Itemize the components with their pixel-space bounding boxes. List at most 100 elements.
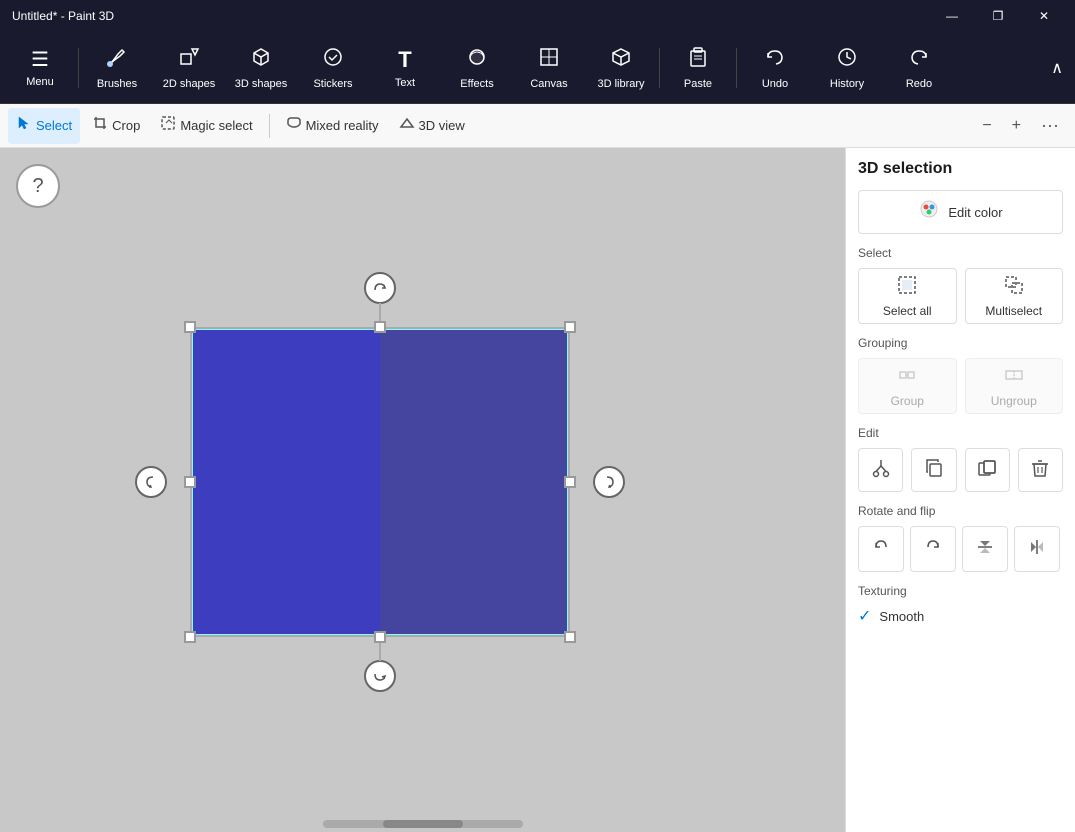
selection-box[interactable] — [190, 327, 570, 637]
zoom-out-button[interactable]: − — [974, 113, 999, 139]
toolbar-stickers[interactable]: Stickers — [297, 36, 369, 100]
select-button[interactable]: Select — [8, 108, 80, 144]
rotate-handle-top[interactable] — [364, 272, 396, 304]
handle-top-right[interactable] — [564, 321, 576, 333]
edit-color-button[interactable]: Edit color — [858, 190, 1063, 234]
delete-icon — [1030, 458, 1050, 483]
toolbar-3d-shapes-label: 3D shapes — [235, 78, 288, 90]
duplicate-icon — [977, 458, 997, 483]
panel-title: 3D selection — [858, 160, 1063, 178]
cut-button[interactable] — [858, 448, 903, 492]
magic-select-button[interactable]: Magic select — [152, 108, 260, 144]
magic-select-icon — [160, 115, 176, 136]
handle-top[interactable] — [374, 321, 386, 333]
canvas-area[interactable]: ? — [0, 148, 845, 832]
copy-icon — [924, 458, 944, 483]
rotate-line-bottom — [379, 641, 381, 661]
copy-button[interactable] — [911, 448, 956, 492]
handle-top-left[interactable] — [184, 321, 196, 333]
smooth-label: Smooth — [879, 609, 924, 624]
toolbar-3d-library[interactable]: 3D library — [585, 36, 657, 100]
edit-actions-group — [858, 448, 1063, 492]
effects-icon — [466, 46, 488, 74]
handle-bottom-left[interactable] — [184, 631, 196, 643]
group-icon — [897, 365, 917, 390]
edit-section-title: Edit — [858, 426, 1063, 440]
secondary-toolbar: Select Crop Magic select Mixed reality — [0, 104, 1075, 148]
text-icon: T — [398, 47, 411, 73]
right-panel: 3D selection Edit color Select — [845, 148, 1075, 832]
toolbar-undo-label: Undo — [762, 78, 788, 90]
rotate-line-top — [379, 303, 381, 323]
group-buttons-group: Group Ungroup — [858, 358, 1063, 414]
maximize-button[interactable]: ❐ — [975, 0, 1021, 32]
mixed-reality-label: Mixed reality — [306, 118, 379, 133]
handle-bottom-right[interactable] — [564, 631, 576, 643]
toolbar-effects-label: Effects — [460, 78, 493, 90]
toolbar-collapse[interactable]: ∧ — [1043, 50, 1071, 86]
handle-right[interactable] — [564, 476, 576, 488]
scrollbar-thumb[interactable] — [383, 820, 463, 828]
toolbar-2d-shapes[interactable]: 2D shapes — [153, 36, 225, 100]
minimize-button[interactable]: — — [929, 0, 975, 32]
3d-object[interactable] — [190, 327, 570, 637]
flip-vertical-icon — [975, 537, 995, 562]
toolbar-text-label: Text — [395, 77, 415, 89]
flip-vertical-button[interactable] — [962, 526, 1008, 572]
canvas-scrollbar[interactable] — [0, 816, 845, 832]
toolbar-text[interactable]: T Text — [369, 36, 441, 100]
help-button[interactable]: ? — [16, 164, 60, 208]
toolbar-sep-3 — [736, 48, 737, 88]
toolbar-menu-label: Menu — [26, 76, 54, 88]
select-label: Select — [36, 118, 72, 133]
ungroup-button[interactable]: Ungroup — [965, 358, 1064, 414]
canvas-icon — [538, 46, 560, 74]
toolbar-effects[interactable]: Effects — [441, 36, 513, 100]
toolbar-3d-shapes[interactable]: 3D shapes — [225, 36, 297, 100]
2d-shapes-icon — [178, 46, 200, 74]
rotate-flip-buttons-group — [858, 526, 1063, 572]
delete-button[interactable] — [1018, 448, 1063, 492]
toolbar-brushes-label: Brushes — [97, 78, 137, 90]
rotate-handle-bottom[interactable] — [364, 660, 396, 692]
selected-object-container — [190, 327, 570, 637]
toolbar-history[interactable]: History — [811, 36, 883, 100]
help-icon: ? — [32, 175, 43, 198]
more-button[interactable]: ··· — [1033, 111, 1067, 140]
toolbar-paste[interactable]: Paste — [662, 36, 734, 100]
crop-icon — [92, 115, 108, 136]
ungroup-label: Ungroup — [991, 394, 1037, 408]
group-button[interactable]: Group — [858, 358, 957, 414]
toolbar-undo[interactable]: Undo — [739, 36, 811, 100]
toolbar-2d-shapes-label: 2D shapes — [163, 78, 216, 90]
rotate-right-button[interactable] — [910, 526, 956, 572]
duplicate-button[interactable] — [965, 448, 1010, 492]
multiselect-button[interactable]: Multiselect — [965, 268, 1064, 324]
mixed-reality-button[interactable]: Mixed reality — [278, 108, 387, 144]
crop-button[interactable]: Crop — [84, 108, 148, 144]
select-all-button[interactable]: Select all — [858, 268, 957, 324]
toolbar-3d-library-label: 3D library — [597, 78, 644, 90]
handle-bottom[interactable] — [374, 631, 386, 643]
scrollbar-track — [323, 820, 523, 828]
toolbar-menu[interactable]: ☰ Menu — [4, 36, 76, 100]
rotate-handle-left[interactable] — [135, 466, 167, 498]
rotate-left-button[interactable] — [858, 526, 904, 572]
rotate-flip-section-title: Rotate and flip — [858, 504, 1063, 518]
3d-view-icon — [399, 115, 415, 136]
close-button[interactable]: ✕ — [1021, 0, 1067, 32]
3d-shapes-icon — [250, 46, 272, 74]
toolbar-brushes[interactable]: Brushes — [81, 36, 153, 100]
flip-horizontal-button[interactable] — [1014, 526, 1060, 572]
3d-view-button[interactable]: 3D view — [391, 108, 473, 144]
toolbar-canvas[interactable]: Canvas — [513, 36, 585, 100]
brushes-icon — [106, 46, 128, 74]
handle-left[interactable] — [184, 476, 196, 488]
toolbar-redo-label: Redo — [906, 78, 932, 90]
toolbar-redo[interactable]: Redo — [883, 36, 955, 100]
undo-icon — [764, 46, 786, 74]
zoom-in-button[interactable]: + — [1004, 113, 1029, 139]
multiselect-icon — [1004, 275, 1024, 300]
rotate-handle-right[interactable] — [593, 466, 625, 498]
smooth-row: ✓ Smooth — [858, 606, 1063, 626]
